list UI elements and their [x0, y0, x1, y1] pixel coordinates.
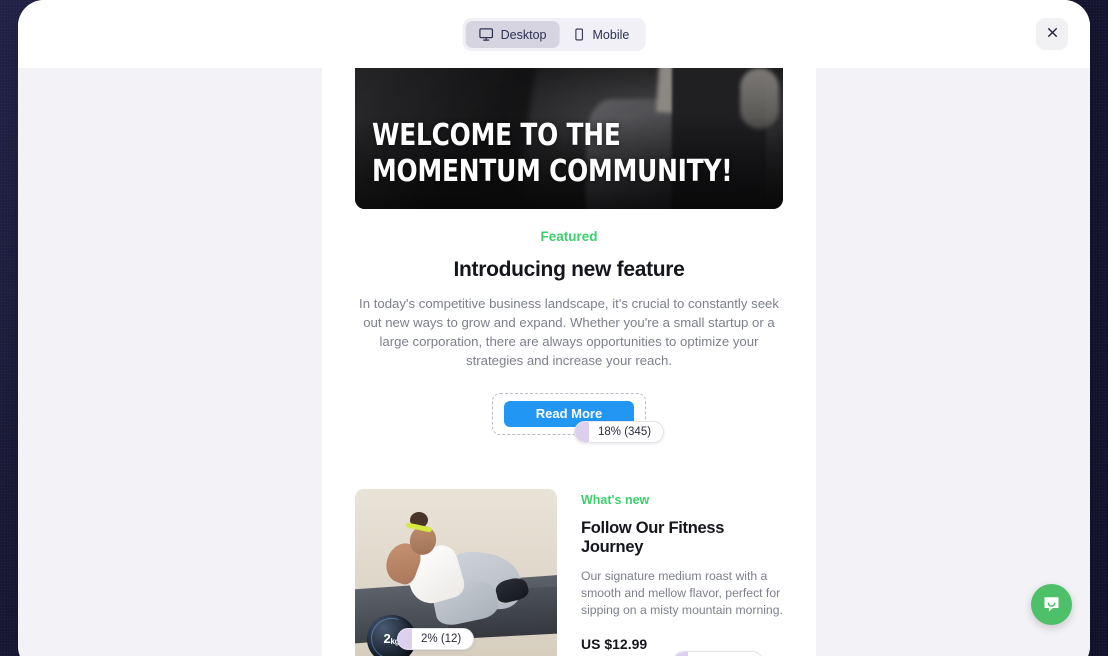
device-switch[interactable]: Desktop Mobile	[462, 18, 646, 51]
chat-bubble-icon	[1041, 593, 1062, 617]
product-image-click-badge[interactable]: 2% (12)	[397, 627, 475, 650]
monitor-icon	[479, 27, 494, 42]
product-section: 2kg 2% (12) What's new Follow Our Fitnes…	[322, 488, 816, 656]
preview-stage: WELCOME TO THE MOMENTUM COMMUNITY! Featu…	[18, 68, 1090, 656]
preview-frame: WELCOME TO THE MOMENTUM COMMUNITY! Featu…	[322, 68, 816, 656]
badge-bar	[674, 651, 688, 656]
preview-toolbar: Desktop Mobile	[18, 0, 1090, 68]
hero-title-line-1: WELCOME TO THE	[372, 118, 621, 154]
chat-launcher-button[interactable]	[1031, 584, 1072, 625]
product-price: US $12.99	[581, 635, 648, 652]
device-toggle-mobile[interactable]: Mobile	[560, 21, 643, 48]
device-toggle-mobile-label: Mobile	[592, 27, 630, 42]
buy-click-badge-value: 12% (132)	[688, 652, 762, 656]
read-more-click-badge[interactable]: 18% (345)	[574, 420, 665, 443]
product-image-click-badge-value: 2% (12)	[421, 632, 462, 645]
product-title: Follow Our Fitness Journey	[581, 518, 725, 556]
featured-body: In today's competitive business landscap…	[359, 296, 779, 369]
featured-section: Featured Introducing new feature In toda…	[322, 229, 816, 443]
buy-click-badge[interactable]: 12% (132)	[673, 650, 764, 656]
product-description: Our signature medium roast with a smooth…	[581, 568, 783, 618]
badge-bar	[575, 421, 589, 442]
close-button[interactable]	[1036, 18, 1068, 50]
hero-banner: WELCOME TO THE MOMENTUM COMMUNITY!	[355, 68, 783, 209]
device-toggle-desktop-label: Desktop	[500, 27, 547, 42]
preview-page: WELCOME TO THE MOMENTUM COMMUNITY! Featu…	[322, 68, 816, 656]
hero-title-line-2: MOMENTUM COMMUNITY!	[372, 153, 733, 189]
read-more-click-badge-value: 18% (345)	[598, 425, 652, 438]
product-eyebrow: What's new	[581, 492, 650, 507]
close-icon	[1046, 26, 1059, 42]
featured-cta-zone: Read More 18% (345)	[355, 392, 783, 443]
preview-modal: Desktop Mobile WELCOME TO THE MOMENTUM C…	[18, 0, 1090, 656]
featured-eyebrow: Featured	[540, 229, 598, 244]
hero-title: WELCOME TO THE MOMENTUM COMMUNITY!	[372, 118, 733, 189]
featured-headline: Introducing new feature	[453, 258, 685, 281]
phone-icon	[573, 27, 586, 42]
product-info: What's new Follow Our Fitness Journey Ou…	[581, 489, 783, 656]
device-toggle-desktop[interactable]: Desktop	[465, 21, 560, 48]
badge-bar	[398, 628, 412, 649]
